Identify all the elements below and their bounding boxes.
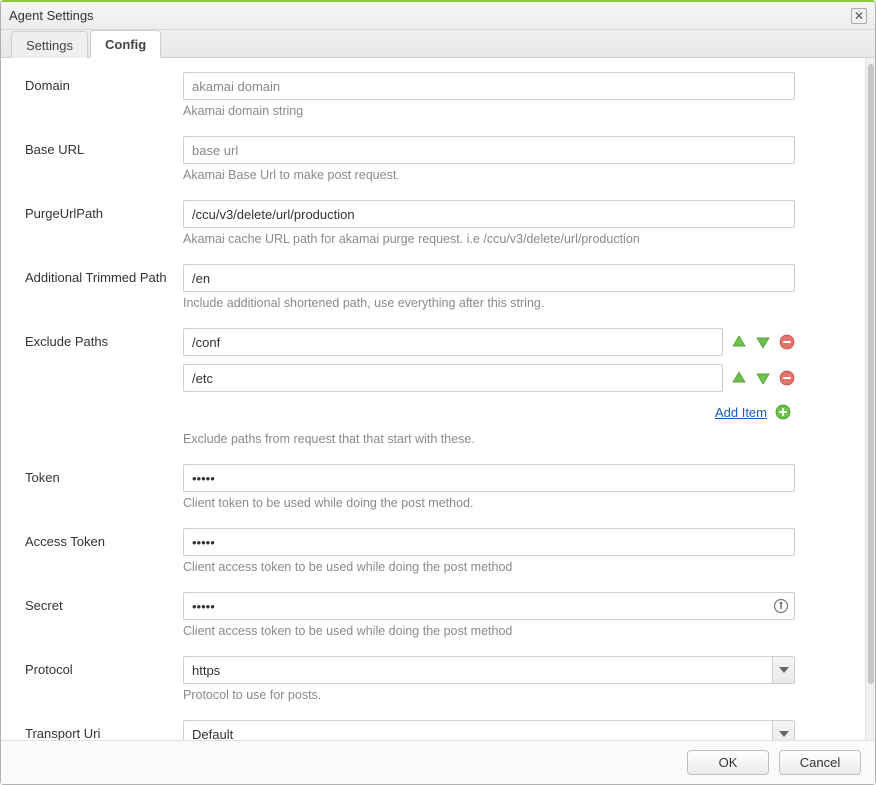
label-exclude-paths: Exclude Paths bbox=[25, 328, 183, 349]
scrollbar-thumb[interactable] bbox=[868, 64, 874, 684]
label-secret: Secret bbox=[25, 592, 183, 613]
help-exclude-paths: Exclude paths from request that that sta… bbox=[183, 432, 795, 446]
secret-input[interactable] bbox=[183, 592, 795, 620]
row-additional-trimmed-path: Additional Trimmed Path Include addition… bbox=[25, 264, 851, 310]
help-secret: Client access token to be used while doi… bbox=[183, 624, 795, 638]
row-secret: Secret Client access token to be used wh… bbox=[25, 592, 851, 638]
chevron-down-icon bbox=[772, 721, 794, 740]
row-token: Token Client token to be used while doin… bbox=[25, 464, 851, 510]
add-item-link[interactable]: Add Item bbox=[715, 405, 767, 420]
help-access-token: Client access token to be used while doi… bbox=[183, 560, 795, 574]
content-wrap: Domain Akamai domain string Base URL Aka… bbox=[1, 58, 875, 740]
close-button[interactable]: ✕ bbox=[851, 8, 867, 24]
tabstrip: Settings Config bbox=[1, 30, 875, 58]
exclude-paths-item bbox=[183, 364, 795, 392]
transport-uri-select[interactable]: Default bbox=[183, 720, 795, 740]
move-up-icon[interactable] bbox=[731, 334, 747, 350]
token-input[interactable] bbox=[183, 464, 795, 492]
tab-settings[interactable]: Settings bbox=[11, 31, 88, 58]
row-exclude-paths: Exclude Paths bbox=[25, 328, 851, 446]
help-domain: Akamai domain string bbox=[183, 104, 795, 118]
close-icon: ✕ bbox=[854, 10, 864, 22]
row-protocol: Protocol https Protocol to use for posts… bbox=[25, 656, 851, 702]
chevron-down-icon bbox=[772, 657, 794, 683]
scrollbar[interactable] bbox=[865, 58, 875, 740]
help-additional-trimmed-path: Include additional shortened path, use e… bbox=[183, 296, 795, 310]
base-url-input[interactable] bbox=[183, 136, 795, 164]
domain-input[interactable] bbox=[183, 72, 795, 100]
access-token-input[interactable] bbox=[183, 528, 795, 556]
ok-button[interactable]: OK bbox=[687, 750, 769, 775]
protocol-value: https bbox=[192, 663, 220, 678]
label-token: Token bbox=[25, 464, 183, 485]
additional-trimmed-path-input[interactable] bbox=[183, 264, 795, 292]
tab-config[interactable]: Config bbox=[90, 30, 161, 58]
row-domain: Domain Akamai domain string bbox=[25, 72, 851, 118]
reveal-password-icon[interactable] bbox=[773, 598, 789, 614]
help-base-url: Akamai Base Url to make post request. bbox=[183, 168, 795, 182]
cancel-button[interactable]: Cancel bbox=[779, 750, 861, 775]
exclude-paths-input-0[interactable] bbox=[183, 328, 723, 356]
label-protocol: Protocol bbox=[25, 656, 183, 677]
label-domain: Domain bbox=[25, 72, 183, 93]
help-purge-url-path: Akamai cache URL path for akamai purge r… bbox=[183, 232, 795, 246]
protocol-select[interactable]: https bbox=[183, 656, 795, 684]
config-panel: Domain Akamai domain string Base URL Aka… bbox=[1, 58, 865, 740]
delete-icon[interactable] bbox=[779, 334, 795, 350]
row-base-url: Base URL Akamai Base Url to make post re… bbox=[25, 136, 851, 182]
exclude-paths-item bbox=[183, 328, 795, 356]
label-purge-url-path: PurgeUrlPath bbox=[25, 200, 183, 221]
label-base-url: Base URL bbox=[25, 136, 183, 157]
agent-settings-dialog: Agent Settings ✕ Settings Config Domain … bbox=[0, 0, 876, 785]
purge-url-path-input[interactable] bbox=[183, 200, 795, 228]
add-icon[interactable] bbox=[775, 404, 791, 420]
help-token: Client token to be used while doing the … bbox=[183, 496, 795, 510]
move-up-icon[interactable] bbox=[731, 370, 747, 386]
row-transport-uri: Transport Uri Default bbox=[25, 720, 851, 740]
row-purge-url-path: PurgeUrlPath Akamai cache URL path for a… bbox=[25, 200, 851, 246]
label-access-token: Access Token bbox=[25, 528, 183, 549]
window-title: Agent Settings bbox=[9, 8, 851, 23]
add-item-row: Add Item bbox=[183, 400, 795, 428]
help-protocol: Protocol to use for posts. bbox=[183, 688, 795, 702]
label-additional-trimmed-path: Additional Trimmed Path bbox=[25, 264, 183, 285]
label-transport-uri: Transport Uri bbox=[25, 720, 183, 740]
button-bar: OK Cancel bbox=[1, 740, 875, 784]
row-access-token: Access Token Client access token to be u… bbox=[25, 528, 851, 574]
transport-uri-value: Default bbox=[192, 727, 233, 741]
titlebar: Agent Settings ✕ bbox=[1, 2, 875, 30]
move-down-icon[interactable] bbox=[755, 334, 771, 350]
move-down-icon[interactable] bbox=[755, 370, 771, 386]
delete-icon[interactable] bbox=[779, 370, 795, 386]
exclude-paths-input-1[interactable] bbox=[183, 364, 723, 392]
